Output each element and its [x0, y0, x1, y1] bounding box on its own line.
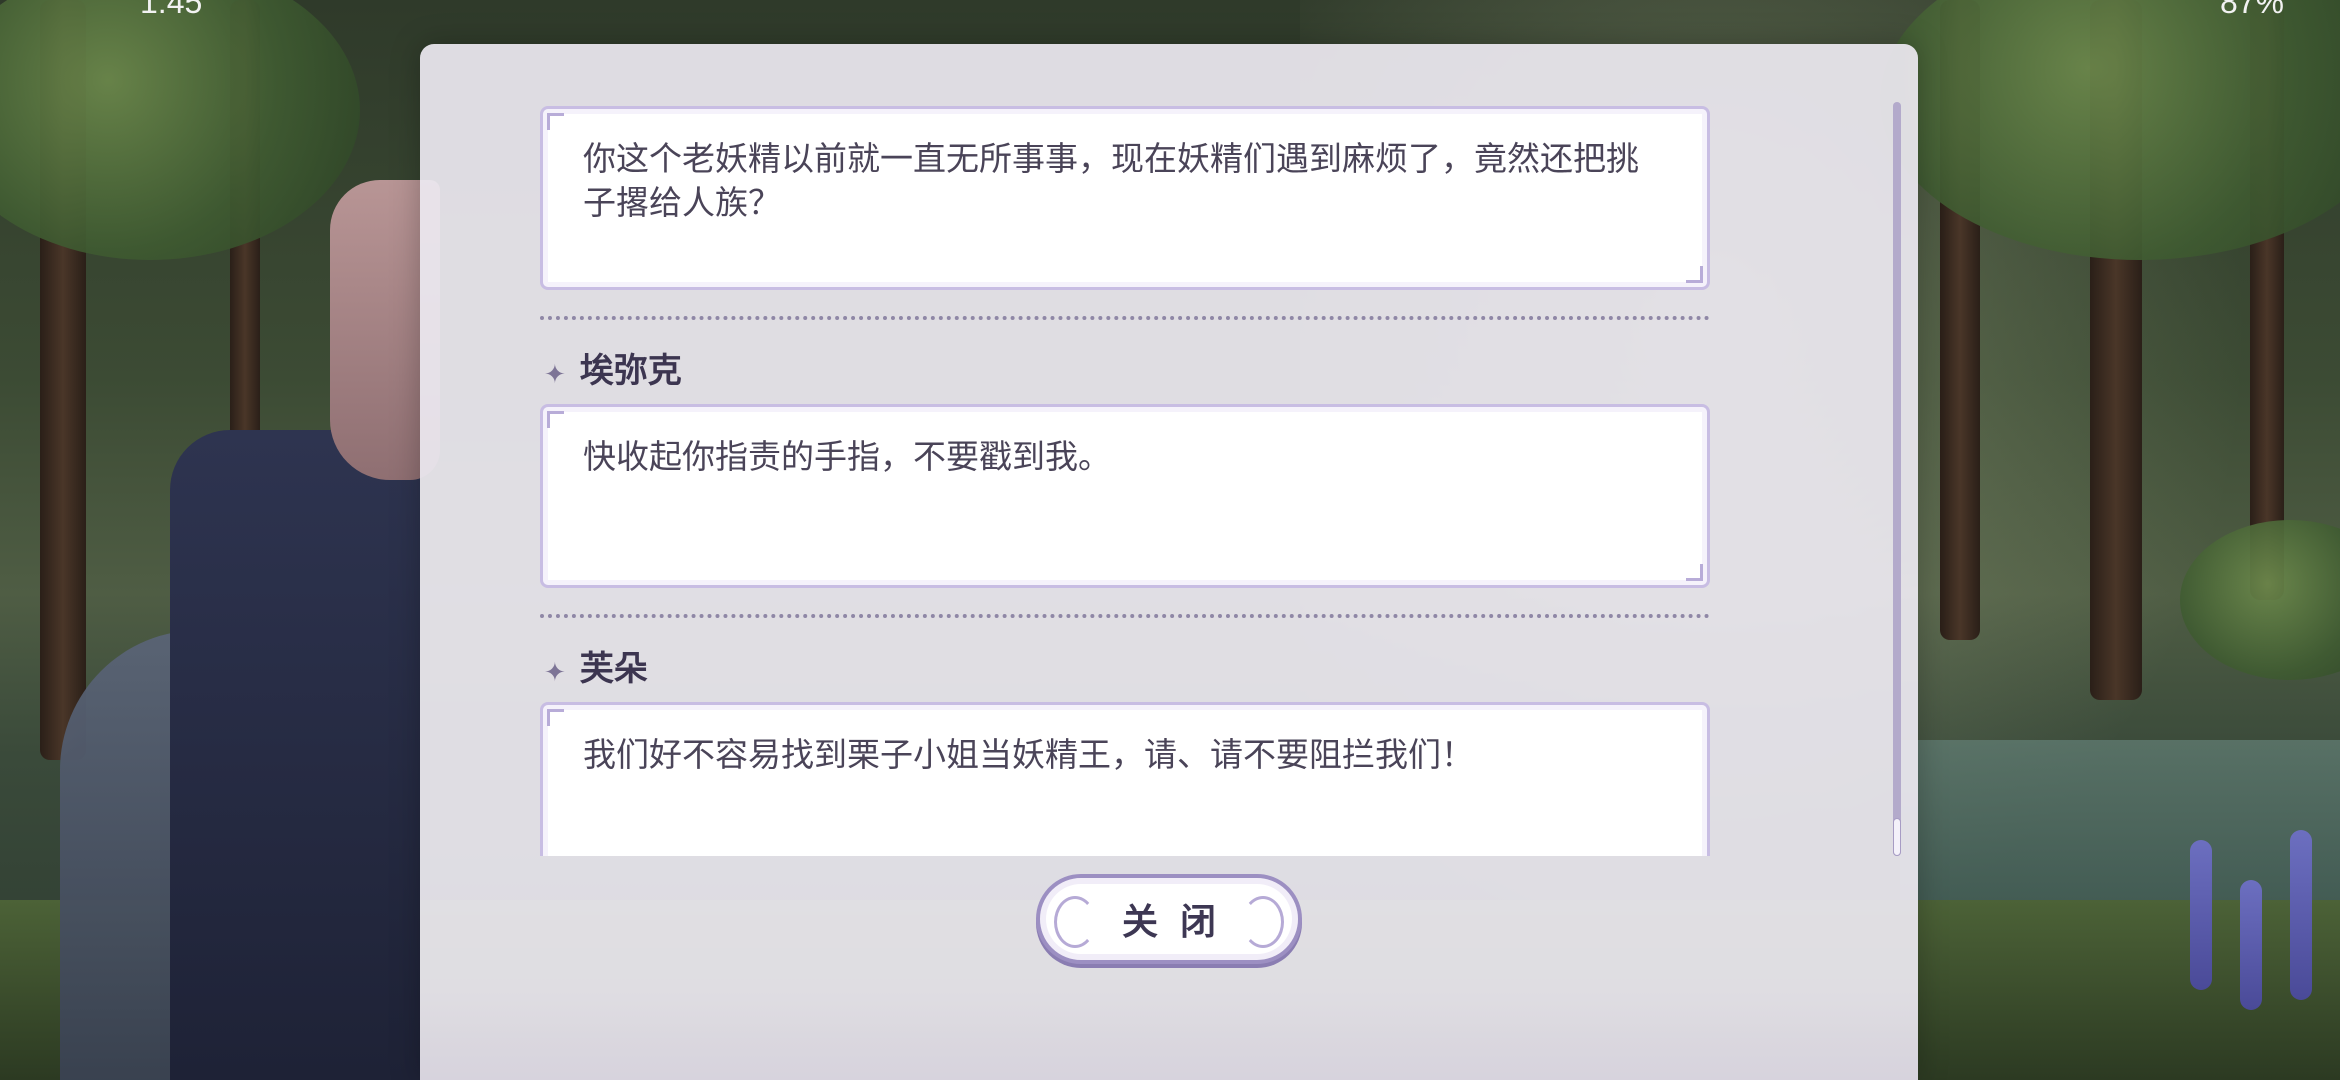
dotted-divider — [540, 614, 1710, 618]
speaker-name: 芙朵 — [579, 648, 648, 689]
close-button[interactable]: 关闭 — [1036, 874, 1302, 964]
dialog-entry: 你这个老妖精以前就一直无所事事，现在妖精们遇到麻烦了，竟然还把挑子撂给人族？ — [540, 106, 1710, 290]
status-time: 1:45 — [140, 0, 203, 20]
speaker-name: 埃弥克 — [579, 350, 682, 391]
sparkle-star-icon: ✦ — [544, 360, 566, 390]
system-status-bar: 1:45 87% — [0, 0, 2340, 20]
dialog-bubble: 我们好不容易找到栗子小姐当妖精王，请、请不要阻拦我们！ — [540, 702, 1710, 856]
dialog-entry: ✦ 芙朵 我们好不容易找到栗子小姐当妖精王，请、请不要阻拦我们！ — [540, 640, 1710, 856]
button-ornament-right — [1242, 896, 1284, 948]
scrollbar-thumb[interactable] — [1893, 818, 1901, 856]
scrollbar-track[interactable] — [1893, 102, 1901, 856]
character-portrait — [0, 150, 440, 1080]
dialog-text: 快收起你指责的手指，不要戳到我。 — [583, 437, 1111, 476]
lavender-flower — [2290, 830, 2312, 1000]
dialog-entry: ✦ 埃弥克 快收起你指责的手指，不要戳到我。 — [540, 342, 1710, 588]
speaker-name-row: ✦ 埃弥克 — [540, 342, 1710, 392]
dialog-bubble: 快收起你指责的手指，不要戳到我。 — [540, 404, 1710, 588]
dotted-divider — [540, 316, 1710, 320]
character-cloak — [170, 430, 420, 1080]
close-button-label: 关闭 — [1121, 902, 1238, 943]
dialog-text: 我们好不容易找到栗子小姐当妖精王，请、请不要阻拦我们！ — [583, 735, 1474, 774]
dialog-text: 你这个老妖精以前就一直无所事事，现在妖精们遇到麻烦了，竟然还把挑子撂给人族？ — [583, 139, 1639, 222]
button-ornament-left — [1054, 896, 1096, 948]
panel-bottom-fade — [420, 990, 1918, 1080]
battery-percentage: 87% — [2219, 0, 2284, 20]
lavender-flower — [2190, 840, 2212, 990]
lavender-flower — [2240, 880, 2262, 1010]
dialog-log-panel: 你这个老妖精以前就一直无所事事，现在妖精们遇到麻烦了，竟然还把挑子撂给人族？ ✦… — [420, 44, 1918, 1080]
sparkle-star-icon: ✦ — [544, 658, 566, 688]
dialog-log-list[interactable]: 你这个老妖精以前就一直无所事事，现在妖精们遇到麻烦了，竟然还把挑子撂给人族？ ✦… — [540, 106, 1710, 856]
dialog-bubble: 你这个老妖精以前就一直无所事事，现在妖精们遇到麻烦了，竟然还把挑子撂给人族？ — [540, 106, 1710, 290]
speaker-name-row: ✦ 芙朵 — [540, 640, 1710, 690]
